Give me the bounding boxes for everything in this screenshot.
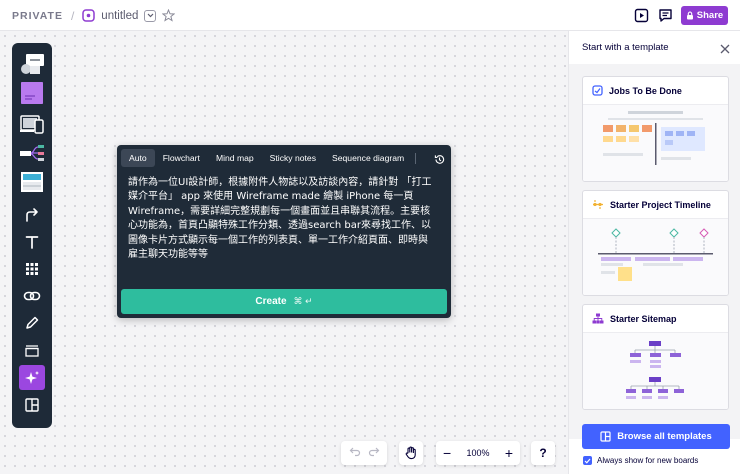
zoom-level[interactable]: 100%: [466, 448, 489, 458]
template-card-jobs-to-be-done[interactable]: Jobs To Be Done: [582, 76, 729, 182]
browse-templates-button[interactable]: Browse all templates: [582, 424, 730, 449]
mind-map-icon: [20, 145, 44, 161]
sparkle-icon: [25, 370, 39, 384]
separator: /: [70, 8, 75, 23]
lock-icon: [686, 11, 693, 20]
privacy-label[interactable]: PRIVATE: [12, 10, 63, 22]
browse-layout-icon: [600, 431, 611, 442]
zoom-out-button[interactable]: −: [443, 446, 451, 460]
close-icon[interactable]: [720, 41, 730, 54]
prompt-line: 心功能為，首頁凸顯特殊工作分類、透過search bar來尋找工作、以: [128, 220, 431, 232]
hand-icon: [405, 446, 416, 460]
grid-icon: [26, 263, 38, 275]
always-show-checkbox[interactable]: [583, 456, 592, 465]
template-panel: Start with a template Jobs To Be Done St…: [568, 31, 740, 474]
template-title: Starter Sitemap: [610, 313, 677, 324]
layout-tool[interactable]: [12, 395, 52, 415]
timeline-template-icon: [593, 200, 603, 209]
template-card-header: Jobs To Be Done: [583, 77, 728, 105]
zoom-controls: − 100% +: [436, 441, 520, 465]
board-actions: Share: [633, 0, 728, 31]
chevron-down-icon[interactable]: [144, 9, 157, 22]
text-icon: [25, 236, 39, 249]
tab-flowchart[interactable]: Flowchart: [155, 149, 208, 167]
board-frame-tool[interactable]: [12, 169, 52, 195]
sitemap-template-icon: [592, 313, 604, 324]
help-button[interactable]: ?: [531, 441, 555, 465]
create-button[interactable]: Create ⌘ ↵: [121, 289, 447, 314]
presentation-icon[interactable]: [633, 8, 649, 24]
top-bar: PRIVATE / untitled Share: [0, 0, 740, 31]
tab-mind-map[interactable]: Mind map: [208, 149, 262, 167]
template-title: Jobs To Be Done: [609, 85, 682, 96]
prompt-line: Wireframe，需要詳細完整規劃每一個畫面並且串聯其流程。主要核: [128, 205, 431, 217]
layout-icon: [25, 398, 39, 412]
prompt-input[interactable]: 請作為一位UI設計師，根據附件人物誌以及訪談內容，請針對 「打工 媒介平台」 a…: [128, 176, 444, 262]
device-frames-tool[interactable]: [12, 112, 52, 136]
zoom-in-button[interactable]: +: [505, 446, 513, 460]
template-title: Starter Project Timeline: [610, 199, 711, 210]
template-list[interactable]: Jobs To Be Done Starter Project Timeline…: [569, 64, 740, 439]
board-title[interactable]: untitled: [101, 10, 138, 22]
board-icon: [82, 9, 96, 22]
history-icon[interactable]: [434, 152, 445, 164]
connection-arrow-icon: [26, 208, 38, 222]
tab-divider: [415, 152, 417, 164]
grid-tool[interactable]: [12, 259, 52, 279]
template-thumbnail: [583, 333, 728, 409]
pen-tool[interactable]: [12, 313, 52, 333]
template-thumbnail: [583, 219, 728, 295]
always-show-option[interactable]: Always show for new boards: [583, 456, 698, 465]
tab-auto[interactable]: Auto: [121, 149, 155, 167]
board-frame-icon: [21, 172, 43, 192]
template-card-header: Starter Sitemap: [583, 305, 728, 333]
link-tool[interactable]: [12, 286, 52, 306]
board-info: PRIVATE / untitled: [12, 0, 176, 31]
jobs-template-icon: [592, 85, 603, 96]
hand-tool-button[interactable]: [399, 441, 423, 465]
tab-sequence-diagram[interactable]: Sequence diagram: [324, 149, 412, 167]
prompt-line: 圖像卡片方式顯示每一個工作的列表頁、單一工作介紹頁面、即時與: [128, 234, 428, 246]
diagram-type-tabs: Auto Flowchart Mind map Sticky notes Seq…: [121, 149, 447, 167]
tab-sticky-notes[interactable]: Sticky notes: [262, 149, 324, 167]
magic-ai-tool[interactable]: [12, 367, 52, 388]
share-label: Share: [696, 10, 724, 21]
text-tool[interactable]: [12, 232, 52, 252]
template-thumbnail: [583, 105, 728, 181]
prompt-line: 媒介平台」 app 來使用 Wireframe made 繪製 iPhone 每…: [128, 191, 414, 203]
frame-tool[interactable]: [12, 340, 52, 360]
undo-icon[interactable]: [349, 444, 361, 462]
pen-icon: [26, 316, 39, 329]
undo-redo-group: [341, 441, 387, 465]
connection-line-tool[interactable]: [12, 205, 52, 225]
ai-diagram-dialog: Auto Flowchart Mind map Sticky notes Seq…: [117, 145, 451, 318]
prompt-line: 雇主聊天功能等等: [128, 249, 208, 261]
always-show-label: Always show for new boards: [597, 456, 699, 465]
sticky-note-tool[interactable]: [12, 80, 52, 106]
creation-toolbar: [12, 43, 52, 428]
templates-tool[interactable]: [12, 51, 52, 77]
templates-icon: [21, 54, 44, 74]
mind-map-tool[interactable]: [12, 141, 52, 165]
star-icon[interactable]: [162, 8, 176, 22]
device-frames-icon: [20, 115, 44, 134]
link-icon: [23, 291, 41, 301]
template-card-header: Starter Project Timeline: [583, 191, 728, 219]
template-card-starter-project-timeline[interactable]: Starter Project Timeline: [582, 190, 729, 296]
frame-icon: [25, 345, 39, 357]
prompt-line: 請作為一位UI設計師，根據附件人物誌以及訪談內容，請針對 「打工: [128, 177, 432, 188]
sticky-note-icon: [21, 82, 43, 104]
browse-label: Browse all templates: [617, 431, 712, 442]
share-button[interactable]: Share: [681, 6, 728, 25]
panel-title: Start with a template: [582, 42, 669, 53]
comment-icon[interactable]: [657, 8, 673, 24]
create-label: Create: [255, 296, 287, 307]
redo-icon[interactable]: [368, 444, 380, 462]
template-card-starter-sitemap[interactable]: Starter Sitemap: [582, 304, 729, 410]
create-shortcut: ⌘ ↵: [293, 296, 313, 306]
